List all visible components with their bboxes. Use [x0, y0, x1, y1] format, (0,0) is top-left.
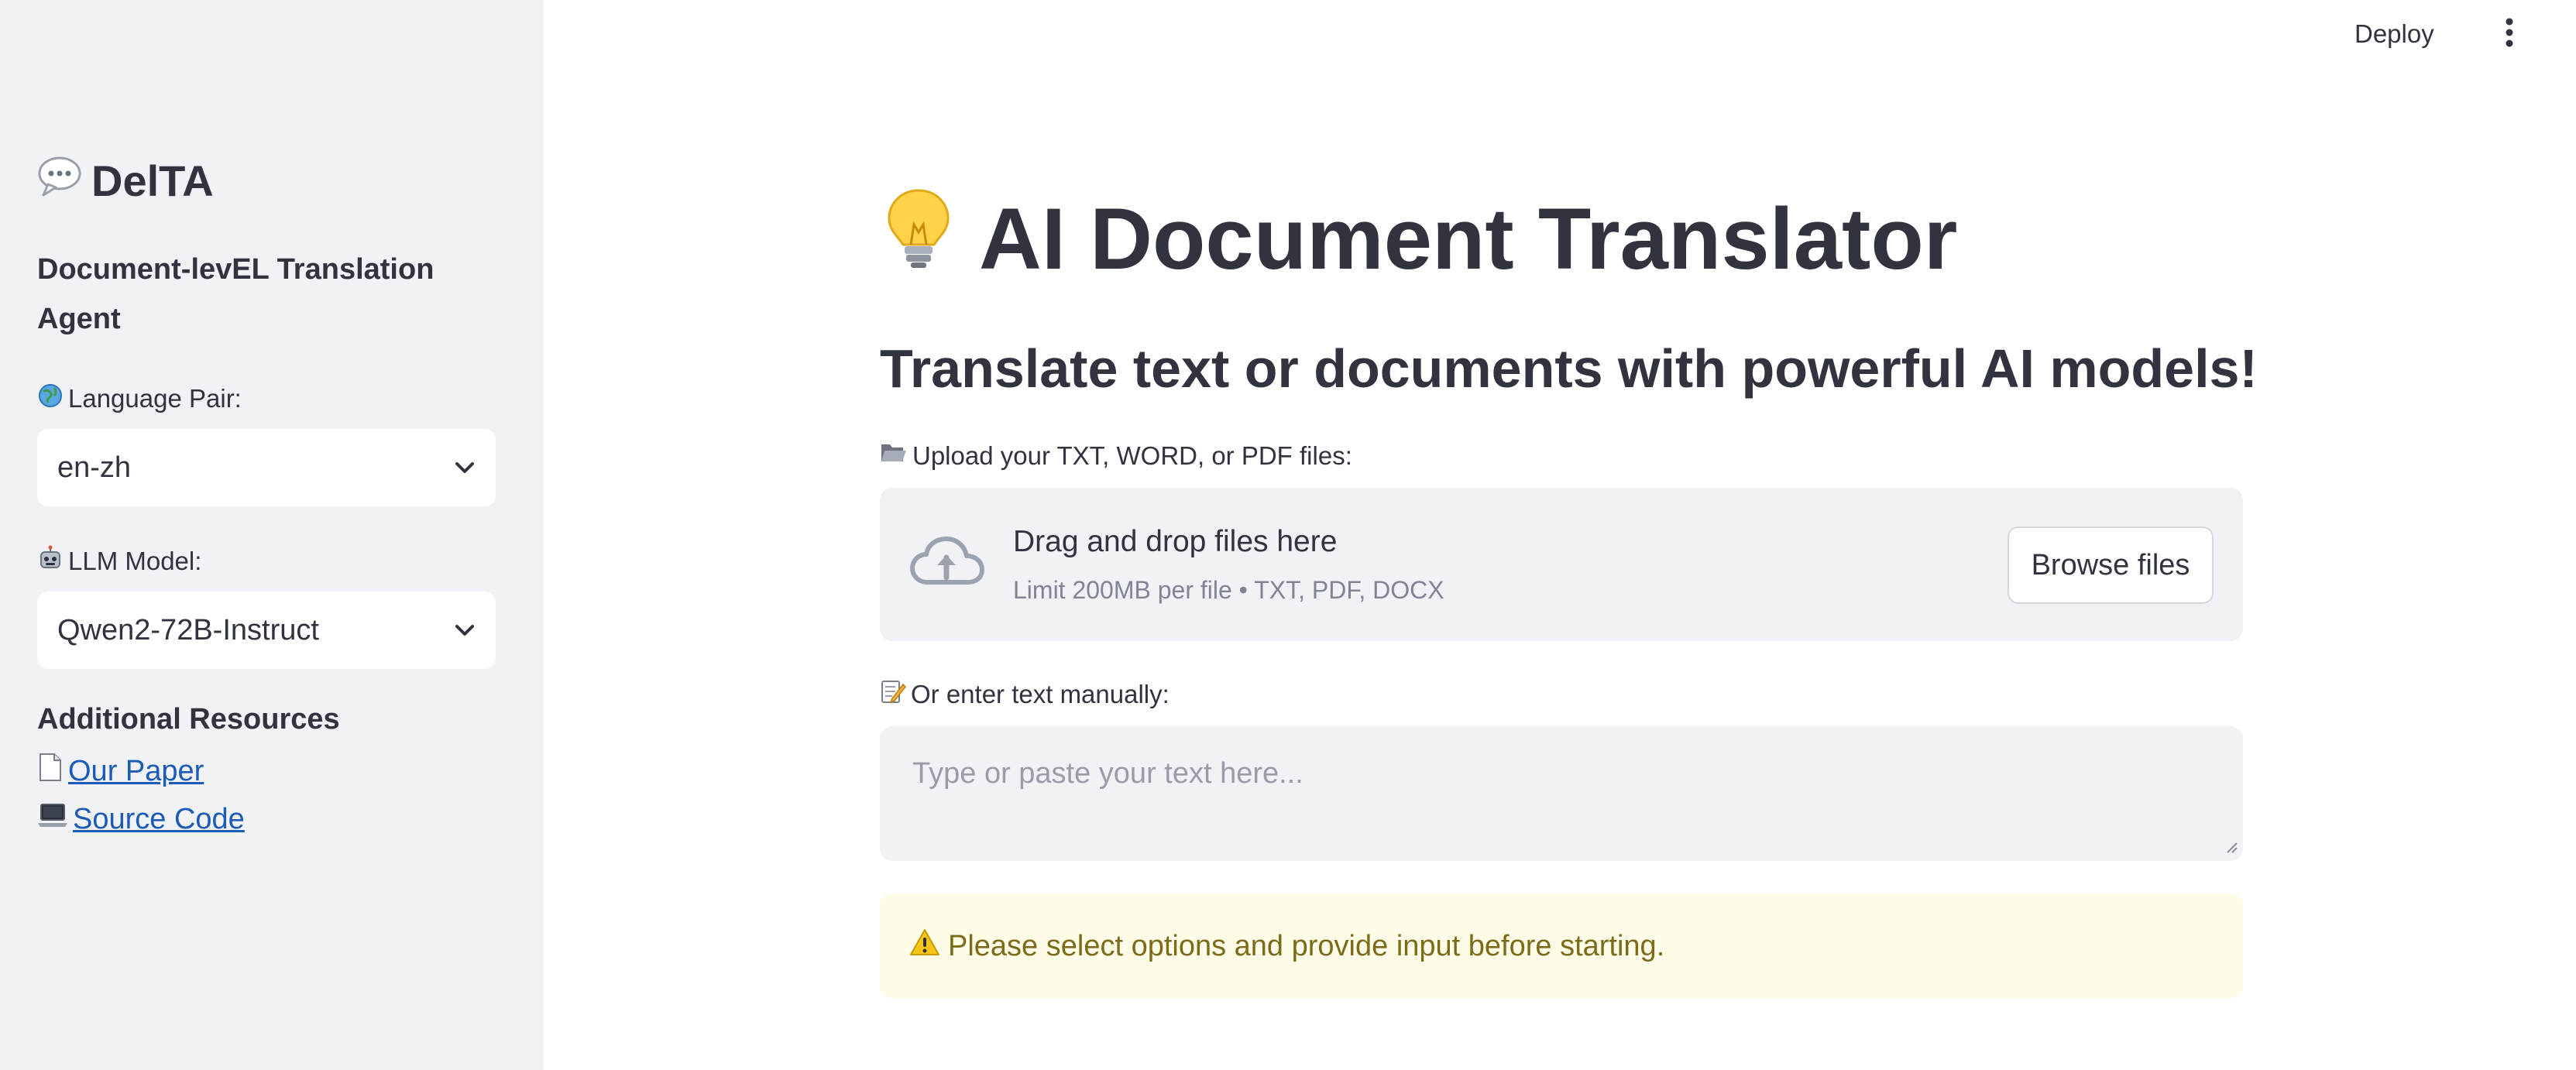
llm-model-value: Qwen2-72B-Instruct — [57, 613, 319, 646]
browse-files-button[interactable]: Browse files — [2008, 526, 2214, 604]
memo-icon — [880, 678, 906, 711]
lightbulb-icon — [881, 186, 956, 291]
deploy-button[interactable]: Deploy — [2354, 14, 2434, 54]
warning-icon — [909, 928, 940, 964]
cloud-upload-icon — [908, 533, 985, 598]
sidebar-title: DelTA — [37, 155, 214, 207]
sidebar: DelTA Document-levEL Translation Agent L… — [0, 0, 544, 1070]
source-code-link[interactable]: Source Code — [37, 802, 245, 836]
sidebar-subtitle: Document-levEL Translation Agent — [37, 253, 434, 335]
our-paper-link[interactable]: Our Paper — [37, 753, 204, 790]
manual-text-label: Or enter text manually: — [880, 678, 1170, 711]
language-pair-label: Language Pair: — [37, 382, 242, 415]
additional-resources-heading: Additional Resources — [37, 703, 340, 736]
llm-model-label-text: LLM Model: — [68, 547, 202, 575]
upload-label-text: Upload your TXT, WORD, or PDF files: — [912, 441, 1352, 470]
dropzone-title: Drag and drop files here — [1013, 525, 1338, 558]
manual-text-label-text: Or enter text manually: — [911, 680, 1170, 708]
manual-text-input[interactable] — [880, 726, 2243, 861]
llm-model-label: LLM Model: — [37, 545, 201, 578]
llm-model-select[interactable]: Qwen2-72B-Instruct — [37, 592, 496, 669]
more-vertical-icon — [2504, 17, 2515, 52]
page-subtitle: Translate text or documents with powerfu… — [880, 338, 2258, 399]
manual-text-area-container — [880, 726, 2243, 861]
sidebar-title-text: DelTA — [91, 156, 214, 205]
app-root: DelTA Document-levEL Translation Agent L… — [0, 0, 2576, 1070]
language-pair-value: en-zh — [57, 451, 132, 484]
language-pair-label-text: Language Pair: — [68, 384, 242, 413]
warning-text: Please select options and provide input … — [948, 929, 1665, 962]
chevron-down-icon — [454, 623, 476, 637]
upload-label: Upload your TXT, WORD, or PDF files: — [880, 441, 1352, 471]
chevron-down-icon — [454, 461, 476, 475]
robot-icon — [37, 545, 64, 578]
speech-bubble-icon — [37, 155, 82, 207]
main-menu-button[interactable] — [2489, 14, 2530, 54]
file-dropzone[interactable]: Drag and drop files here Limit 200MB per… — [880, 488, 2243, 641]
our-paper-link-text: Our Paper — [68, 754, 204, 787]
dropzone-limit: Limit 200MB per file • TXT, PDF, DOCX — [1013, 576, 1444, 604]
open-folder-icon — [880, 441, 908, 471]
document-icon — [37, 753, 64, 790]
resize-handle-icon[interactable] — [2224, 840, 2238, 858]
warning-alert: Please select options and provide input … — [880, 893, 2243, 999]
globe-icon — [37, 382, 64, 415]
language-pair-select[interactable]: en-zh — [37, 429, 496, 506]
page-title-text: AI Document Translator — [979, 190, 1958, 287]
page-title: AI Document Translator — [881, 186, 1957, 291]
source-code-link-text: Source Code — [73, 802, 245, 835]
laptop-icon — [37, 802, 68, 836]
